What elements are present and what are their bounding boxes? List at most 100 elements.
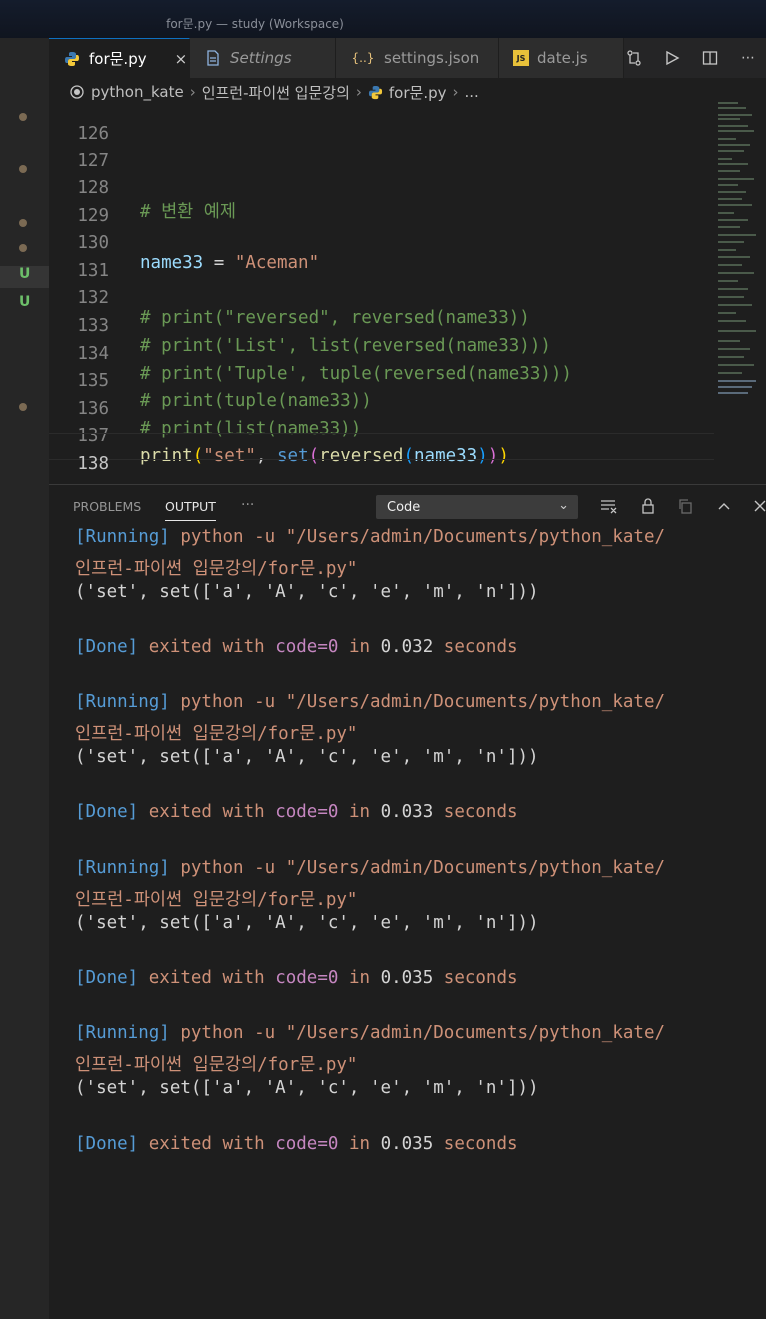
breadcrumb-file[interactable]: for문.py bbox=[389, 82, 447, 103]
run-time: 0.035 bbox=[380, 968, 434, 988]
output-line: [Done] exited with code=0 in 0.035 secon… bbox=[75, 1134, 518, 1161]
run-icon[interactable] bbox=[662, 48, 682, 68]
run-time: 0.033 bbox=[380, 802, 434, 822]
copy-icon[interactable] bbox=[674, 495, 696, 517]
output-line: [Running] python -u "/Users/admin/Docume… bbox=[75, 692, 665, 719]
minimap[interactable] bbox=[718, 100, 762, 400]
code-line: 128 # 변환 예제 bbox=[49, 158, 714, 222]
code-line: 132 # print("reversed", reversed(name33)… bbox=[49, 268, 714, 328]
output-line: ('set', set(['a', 'A', 'c', 'e', 'm', 'n… bbox=[75, 1078, 539, 1105]
output-line: [Running] python -u "/Users/admin/Docume… bbox=[75, 858, 665, 885]
code-line: 126 bbox=[49, 104, 714, 144]
output-line: [Running] python -u "/Users/admin/Docume… bbox=[75, 1023, 665, 1050]
settings-file-icon bbox=[204, 49, 222, 67]
run-command-cont: 인프런-파이썬 입문강의/for문.py" bbox=[75, 890, 358, 910]
code-line: 133 # print('List', list(reversed(name33… bbox=[49, 296, 714, 356]
tab-settings[interactable]: Settings bbox=[190, 38, 336, 78]
tab-output[interactable]: OUTPUT bbox=[165, 499, 216, 521]
run-time: 0.032 bbox=[380, 637, 434, 657]
code-line: 134 # print('Tuple', tuple(reversed(name… bbox=[49, 324, 714, 384]
done-text: seconds bbox=[433, 1134, 518, 1154]
done-text: exited with bbox=[138, 802, 276, 822]
run-command-cont: 인프런-파이썬 입문강의/for문.py" bbox=[75, 1055, 358, 1075]
chevron-right-icon: › bbox=[452, 83, 459, 101]
output-line: [Done] exited with code=0 in 0.032 secon… bbox=[75, 637, 518, 664]
chevron-right-icon: › bbox=[189, 83, 196, 101]
tab-date-js[interactable]: JS date.js bbox=[499, 38, 624, 78]
tab-for-py[interactable]: for문.py × bbox=[49, 38, 190, 78]
done-tag: [Done] bbox=[75, 1134, 139, 1154]
done-tag: [Done] bbox=[75, 802, 139, 822]
exit-code: code=0 bbox=[275, 968, 339, 988]
done-text: in bbox=[338, 802, 381, 822]
output-line: [Running] python -u "/Users/admin/Docume… bbox=[75, 527, 665, 554]
breadcrumb-subfolder[interactable]: 인프런-파이썬 입문강의 bbox=[202, 82, 350, 103]
folder-icon bbox=[69, 84, 85, 100]
output-channel-value: Code bbox=[387, 499, 421, 515]
breadcrumb-more[interactable]: ... bbox=[464, 83, 478, 101]
split-editor-icon[interactable] bbox=[700, 48, 720, 68]
tab-settings-json[interactable]: {..} settings.json bbox=[336, 38, 499, 78]
code-line: 129 bbox=[49, 186, 714, 226]
running-tag: [Running] bbox=[75, 858, 170, 878]
change-dot bbox=[19, 219, 27, 227]
exit-code: code=0 bbox=[275, 1134, 339, 1154]
change-dot bbox=[19, 403, 27, 411]
run-command-cont: 인프런-파이썬 입문강의/for문.py" bbox=[75, 559, 358, 579]
output-line: 인프런-파이썬 입문강의/for문.py" bbox=[75, 555, 357, 582]
code-line-current: 138 bbox=[49, 433, 714, 474]
clear-output-icon[interactable] bbox=[598, 495, 620, 517]
done-text: seconds bbox=[433, 637, 518, 657]
tab-label: for문.py bbox=[89, 50, 147, 68]
done-text: in bbox=[338, 1134, 381, 1154]
change-dot bbox=[19, 165, 27, 173]
panel-more-button[interactable]: ··· bbox=[241, 497, 254, 513]
python-icon bbox=[368, 85, 383, 100]
run-command: python -u "/Users/admin/Documents/python… bbox=[169, 692, 666, 712]
tab-label: settings.json bbox=[384, 49, 480, 67]
output-line: ('set', set(['a', 'A', 'c', 'e', 'm', 'n… bbox=[75, 582, 539, 609]
untracked-marker: U bbox=[19, 294, 31, 310]
run-result: ('set', set(['a', 'A', 'c', 'e', 'm', 'n… bbox=[75, 1078, 539, 1098]
running-tag: [Running] bbox=[75, 692, 170, 712]
exit-code: code=0 bbox=[275, 637, 339, 657]
json-braces-icon: {..} bbox=[351, 51, 375, 65]
close-panel-icon[interactable] bbox=[749, 495, 766, 517]
run-result: ('set', set(['a', 'A', 'c', 'e', 'm', 'n… bbox=[75, 913, 539, 933]
close-icon[interactable]: × bbox=[175, 50, 188, 68]
window-titlebar: for문.py — study (Workspace) bbox=[0, 0, 766, 38]
done-text: seconds bbox=[433, 968, 518, 988]
panel-header: PROBLEMS OUTPUT ··· Code ⌄ bbox=[49, 485, 766, 525]
maximize-panel-icon[interactable] bbox=[713, 495, 735, 517]
code-line: 136 # print(list(name33)) bbox=[49, 379, 714, 439]
code-line: 137 print("set", set(reversed(name33))) bbox=[49, 406, 714, 466]
output-line: ('set', set(['a', 'A', 'c', 'e', 'm', 'n… bbox=[75, 913, 539, 940]
tab-label: Settings bbox=[230, 49, 292, 67]
more-actions-icon[interactable]: ⋯ bbox=[738, 48, 758, 68]
running-tag: [Running] bbox=[75, 1023, 170, 1043]
change-dot bbox=[19, 244, 27, 252]
line-number: 138 bbox=[77, 454, 109, 474]
done-text: exited with bbox=[138, 968, 276, 988]
tab-problems[interactable]: PROBLEMS bbox=[73, 499, 141, 514]
chevron-down-icon: ⌄ bbox=[558, 498, 569, 513]
compare-changes-icon[interactable] bbox=[624, 48, 644, 68]
breadcrumb-folder[interactable]: python_kate bbox=[91, 83, 184, 101]
run-command: python -u "/Users/admin/Documents/python… bbox=[169, 527, 666, 547]
breadcrumb: python_kate › 인프런-파이썬 입문강의 › for문.py › .… bbox=[49, 78, 766, 106]
running-tag: [Running] bbox=[75, 527, 170, 547]
run-command: python -u "/Users/admin/Documents/python… bbox=[169, 858, 666, 878]
done-text: exited with bbox=[138, 637, 276, 657]
run-command-cont: 인프런-파이썬 입문강의/for문.py" bbox=[75, 724, 358, 744]
done-text: in bbox=[338, 637, 381, 657]
done-text: exited with bbox=[138, 1134, 276, 1154]
output-channel-select[interactable]: Code ⌄ bbox=[376, 495, 578, 519]
done-tag: [Done] bbox=[75, 968, 139, 988]
run-command: python -u "/Users/admin/Documents/python… bbox=[169, 1023, 666, 1043]
gutter-strip: U U bbox=[0, 38, 49, 1319]
output-line: 인프런-파이썬 입문강의/for문.py" bbox=[75, 886, 357, 913]
lock-icon[interactable] bbox=[637, 495, 659, 517]
run-result: ('set', set(['a', 'A', 'c', 'e', 'm', 'n… bbox=[75, 582, 539, 602]
code-line: 127 bbox=[49, 131, 714, 171]
exit-code: code=0 bbox=[275, 802, 339, 822]
